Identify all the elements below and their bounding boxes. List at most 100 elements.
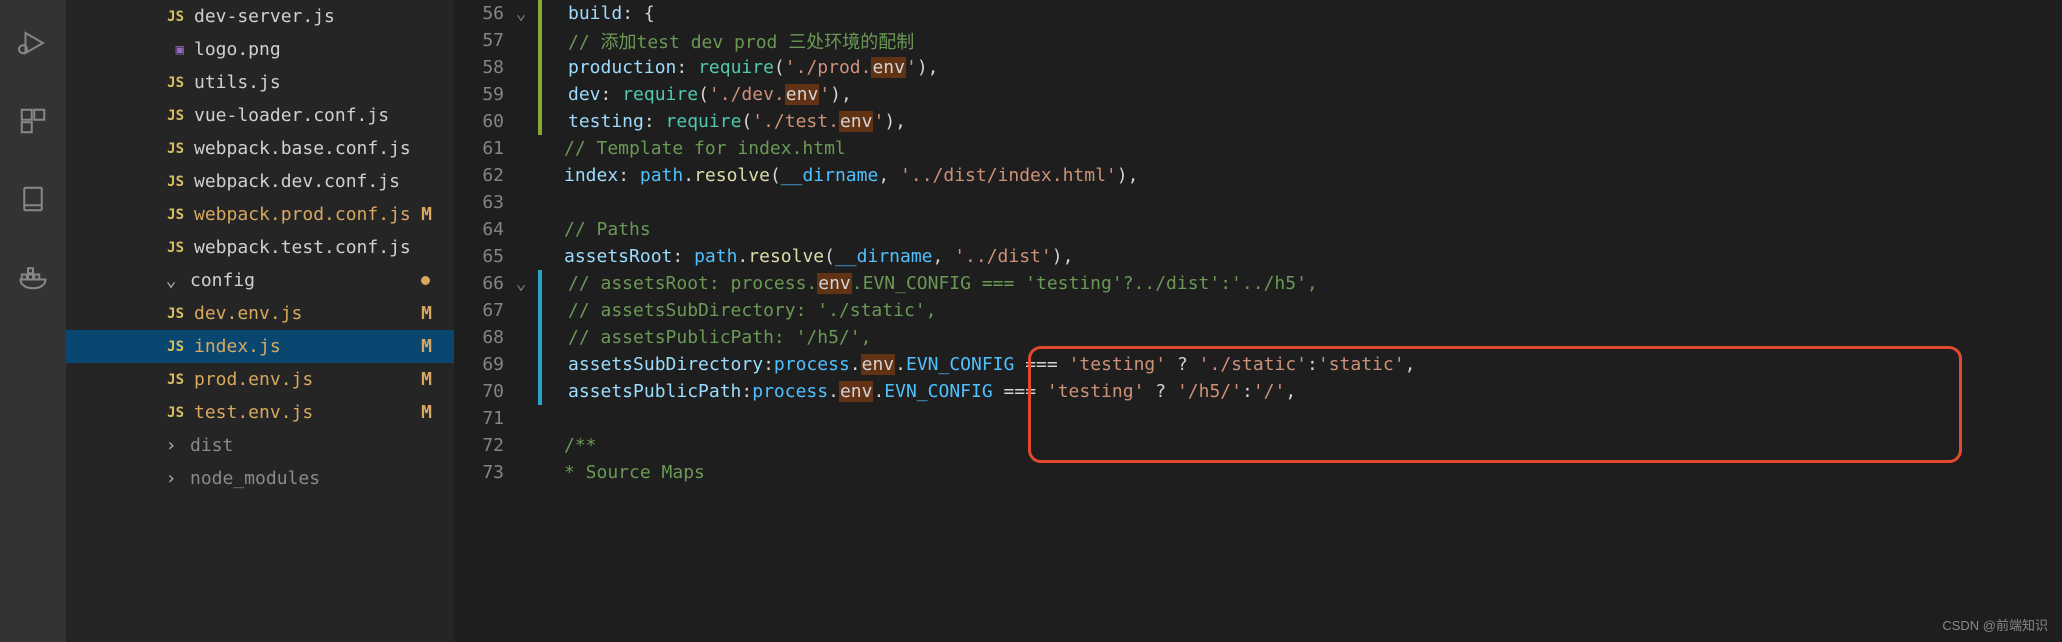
js-file-icon: JS <box>162 141 184 157</box>
git-status-badge: M <box>421 303 432 324</box>
code-text: // assetsRoot: process.env.EVN_CONFIG ==… <box>554 273 2062 294</box>
code-text: // Paths <box>550 219 2062 240</box>
line-number: 73 <box>454 462 504 483</box>
code-line[interactable]: 59 dev: require('./dev.env'), <box>454 81 2062 108</box>
file-name-label: dev-server.js <box>194 6 454 27</box>
code-text: build: { <box>554 3 2062 24</box>
code-line[interactable]: 65 assetsRoot: path.resolve(__dirname, '… <box>454 243 2062 270</box>
chevron-right-icon: › <box>162 468 180 489</box>
fold-toggle-icon[interactable]: ⌄ <box>504 3 538 24</box>
line-number: 67 <box>454 300 504 321</box>
git-status-dot <box>421 276 430 285</box>
js-file-icon: JS <box>162 207 184 223</box>
explorer-file[interactable]: JSvue-loader.conf.js <box>66 99 454 132</box>
line-number: 70 <box>454 381 504 402</box>
explorer-file[interactable]: JS webpack.dev.conf.js <box>66 165 454 198</box>
line-number: 68 <box>454 327 504 348</box>
code-line[interactable]: 70 assetsPublicPath:process.env.EVN_CONF… <box>454 378 2062 405</box>
watermark: CSDN @前端知识 <box>1942 615 2048 634</box>
line-number: 69 <box>454 354 504 375</box>
code-line[interactable]: 58 production: require('./prod.env'), <box>454 54 2062 81</box>
code-line[interactable]: 56⌄ build: { <box>454 0 2062 27</box>
git-gutter <box>538 27 554 54</box>
js-file-icon: JS <box>162 306 184 322</box>
git-gutter <box>538 324 554 351</box>
git-gutter <box>538 351 554 378</box>
code-line[interactable]: 61 // Template for index.html <box>454 135 2062 162</box>
explorer-file[interactable]: JSprod.env.jsM <box>66 363 454 396</box>
git-gutter <box>538 405 550 432</box>
fold-toggle-icon[interactable]: ⌄ <box>504 273 538 294</box>
code-text: testing: require('./test.env'), <box>554 111 2062 132</box>
explorer-folder[interactable]: ⌄config <box>66 264 454 297</box>
line-number: 72 <box>454 435 504 456</box>
explorer-file[interactable]: JS utils.js <box>66 66 454 99</box>
line-number: 58 <box>454 57 504 78</box>
run-debug-icon[interactable] <box>18 28 48 58</box>
explorer-file[interactable]: JStest.env.jsM <box>66 396 454 429</box>
code-line[interactable]: 71 <box>454 405 2062 432</box>
code-editor[interactable]: 56⌄ build: {57 // 添加test dev prod 三处环境的配… <box>454 0 2062 642</box>
explorer-sidebar: JS dev-server.js ▣logo.png JS utils.js JSvue-… <box>66 0 454 642</box>
code-text: // assetsSubDirectory: './static', <box>554 300 2062 321</box>
code-text: // assetsPublicPath: '/h5/', <box>554 327 2062 348</box>
git-gutter <box>538 135 550 162</box>
file-name-label: webpack.base.conf.js <box>194 138 454 159</box>
code-line[interactable]: 66⌄ // assetsRoot: process.env.EVN_CONFI… <box>454 270 2062 297</box>
code-line[interactable]: 57 // 添加test dev prod 三处环境的配制 <box>454 27 2062 54</box>
explorer-folder[interactable]: › node_modules <box>66 462 454 495</box>
line-number: 71 <box>454 408 504 429</box>
line-number: 66 <box>454 273 504 294</box>
code-line[interactable]: 68 // assetsPublicPath: '/h5/', <box>454 324 2062 351</box>
git-gutter <box>538 432 550 459</box>
file-name-label: dev.env.js <box>194 303 454 324</box>
js-file-icon: JS <box>162 174 184 190</box>
file-name-label: webpack.test.conf.js <box>194 237 454 258</box>
line-number: 61 <box>454 138 504 159</box>
explorer-file[interactable]: JS webpack.base.conf.js <box>66 132 454 165</box>
git-gutter <box>538 378 554 405</box>
explorer-file[interactable]: JS dev.env.jsM <box>66 297 454 330</box>
git-gutter <box>538 270 554 297</box>
js-file-icon: JS <box>162 240 184 256</box>
line-number: 65 <box>454 246 504 267</box>
code-text: index: path.resolve(__dirname, '../dist/… <box>550 165 2062 186</box>
git-gutter <box>538 243 550 270</box>
file-name-label: utils.js <box>194 72 454 93</box>
git-gutter <box>538 54 554 81</box>
file-name-label: webpack.dev.conf.js <box>194 171 454 192</box>
code-line[interactable]: 73 * Source Maps <box>454 459 2062 486</box>
js-file-icon: JS <box>162 75 184 91</box>
git-gutter <box>538 162 550 189</box>
explorer-file[interactable]: ▣logo.png <box>66 33 454 66</box>
code-line[interactable]: 67 // assetsSubDirectory: './static', <box>454 297 2062 324</box>
code-line[interactable]: 60 testing: require('./test.env'), <box>454 108 2062 135</box>
git-gutter <box>538 297 554 324</box>
explorer-file[interactable]: JS webpack.test.conf.js <box>66 231 454 264</box>
explorer-file[interactable]: JSwebpack.prod.conf.jsM <box>66 198 454 231</box>
code-text: /** <box>550 435 2062 456</box>
file-name-label: prod.env.js <box>194 369 454 390</box>
chevron-right-icon: › <box>162 435 180 456</box>
code-text: assetsPublicPath:process.env.EVN_CONFIG … <box>554 381 2062 402</box>
js-file-icon: JS <box>162 108 184 124</box>
git-status-badge: M <box>421 369 432 390</box>
file-name-label: webpack.prod.conf.js <box>194 204 454 225</box>
code-text: assetsSubDirectory:process.env.EVN_CONFI… <box>554 354 2062 375</box>
code-line[interactable]: 69 assetsSubDirectory:process.env.EVN_CO… <box>454 351 2062 378</box>
explorer-file[interactable]: JS dev-server.js <box>66 0 454 33</box>
js-file-icon: JS <box>162 9 184 25</box>
js-file-icon: JS <box>162 339 184 355</box>
code-line[interactable]: 64 // Paths <box>454 216 2062 243</box>
file-name-label: node_modules <box>190 468 454 489</box>
notebook-icon[interactable] <box>18 184 48 214</box>
code-line[interactable]: 62 index: path.resolve(__dirname, '../di… <box>454 162 2062 189</box>
explorer-folder[interactable]: ›dist <box>66 429 454 462</box>
code-line[interactable]: 63 <box>454 189 2062 216</box>
js-file-icon: JS <box>162 405 184 421</box>
code-text: // 添加test dev prod 三处环境的配制 <box>554 28 2062 54</box>
docker-icon[interactable] <box>18 262 48 292</box>
extensions-icon[interactable] <box>18 106 48 136</box>
explorer-file[interactable]: JSindex.jsM <box>66 330 454 363</box>
code-line[interactable]: 72 /** <box>454 432 2062 459</box>
